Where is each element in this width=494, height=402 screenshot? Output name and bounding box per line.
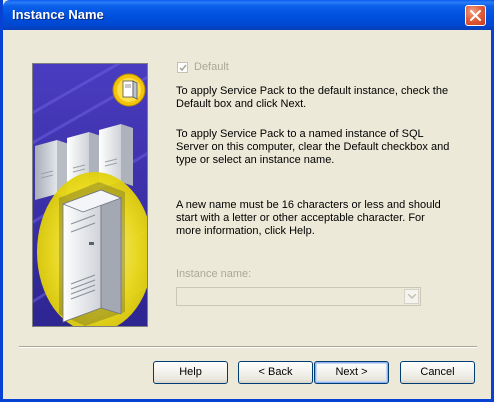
- chevron-down-icon: [408, 294, 416, 299]
- checkmark-icon: [179, 64, 187, 72]
- dialog-window: Instance Name Default To apply Service P…: [0, 0, 494, 402]
- instance-name-combobox[interactable]: [176, 287, 421, 306]
- close-x-icon: [470, 10, 481, 21]
- server-badge-icon: [122, 80, 138, 100]
- help-button[interactable]: Help: [153, 361, 228, 384]
- instance-name-dropdown-button[interactable]: [404, 289, 419, 304]
- button-separator: [19, 346, 477, 348]
- window-title: Instance Name: [12, 7, 104, 22]
- close-button[interactable]: [465, 5, 486, 26]
- server-cluster-illustration: [32, 63, 148, 327]
- instance-name-label: Instance name:: [176, 268, 252, 280]
- next-button[interactable]: Next >: [314, 361, 389, 384]
- title-bar[interactable]: Instance Name: [3, 0, 494, 30]
- instruction-named-instance: To apply Service Pack to a named instanc…: [176, 128, 450, 166]
- default-checkbox[interactable]: [177, 62, 188, 73]
- instruction-name-rules: A new name must be 16 characters or less…: [176, 199, 441, 237]
- back-button[interactable]: < Back: [238, 361, 313, 384]
- cancel-button[interactable]: Cancel: [400, 361, 475, 384]
- default-checkbox-label: Default: [194, 61, 229, 73]
- instruction-default-instance: To apply Service Pack to the default ins…: [176, 85, 449, 110]
